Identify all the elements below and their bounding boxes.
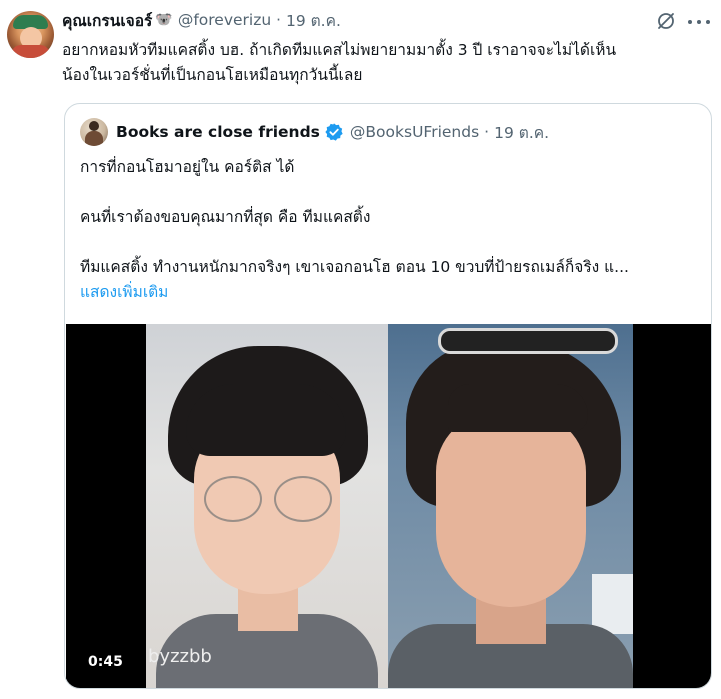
author-handle[interactable]: @foreverizu: [178, 11, 271, 29]
video-player[interactable]: byzzbb 0:45: [66, 324, 711, 688]
author-avatar[interactable]: [7, 11, 54, 58]
quoted-author-avatar[interactable]: [80, 118, 108, 146]
tweet[interactable]: คุณเกรนเจอร์ 🐨 @foreverizu · 19 ต.ค. อยา…: [0, 0, 721, 699]
tweet-text-line: น้องในเวอร์ชั่นที่เป็นกอนโฮเหมือนทุกวันน…: [62, 66, 363, 84]
tweet-header: คุณเกรนเจอร์ 🐨 @foreverizu · 19 ต.ค.: [62, 8, 341, 32]
video-watermark: byzzbb: [148, 646, 212, 667]
quoted-tweet[interactable]: Books are close friends @BooksUFriends ·…: [64, 103, 712, 689]
quoted-text-line: การที่กอนโฮมาอยู่ใน คอร์ติส ได้: [80, 158, 295, 176]
tweet-text: อยากหอมหัวทีมแคสติ้ง บฮ. ถ้าเกิดทีมแคสไม…: [62, 38, 712, 88]
quoted-author-handle[interactable]: @BooksUFriends: [350, 123, 479, 141]
quoted-text-line: คนที่เราต้องขอบคุณมากที่สุด คือ ทีมแคสติ…: [80, 208, 371, 226]
separator-dot: ·: [276, 11, 281, 29]
quoted-tweet-header: Books are close friends @BooksUFriends ·…: [80, 118, 549, 146]
more-icon[interactable]: [688, 18, 710, 26]
video-thumbnail-right-photo: [388, 324, 633, 688]
video-duration-badge: 0:45: [82, 651, 129, 673]
author-display-name[interactable]: คุณเกรนเจอร์: [62, 8, 152, 33]
video-thumbnail-left-photo: [146, 324, 388, 688]
tweet-timestamp[interactable]: 19 ต.ค.: [286, 8, 341, 33]
avatar-shirt: [11, 45, 50, 58]
quoted-tweet-text: การที่กอนโฮมาอยู่ใน คอร์ติส ได้ คนที่เรา…: [80, 155, 700, 305]
quoted-text-line: ทีมแคสติ้ง ทำงานหนักมากจริงๆ เขาเจอกอนโฮ…: [80, 258, 629, 276]
quoted-author-display-name[interactable]: Books are close friends: [116, 123, 320, 141]
author-name-emoji: 🐨: [155, 12, 173, 28]
grok-icon[interactable]: [656, 11, 676, 31]
tweet-text-line: อยากหอมหัวทีมแคสติ้ง บฮ. ถ้าเกิดทีมแคสไม…: [62, 41, 617, 59]
separator-dot: ·: [484, 123, 490, 141]
verified-badge-icon: [325, 123, 343, 141]
quoted-tweet-timestamp[interactable]: 19 ต.ค.: [494, 120, 549, 145]
show-more-link[interactable]: แสดงเพิ่มเติม: [80, 280, 700, 305]
